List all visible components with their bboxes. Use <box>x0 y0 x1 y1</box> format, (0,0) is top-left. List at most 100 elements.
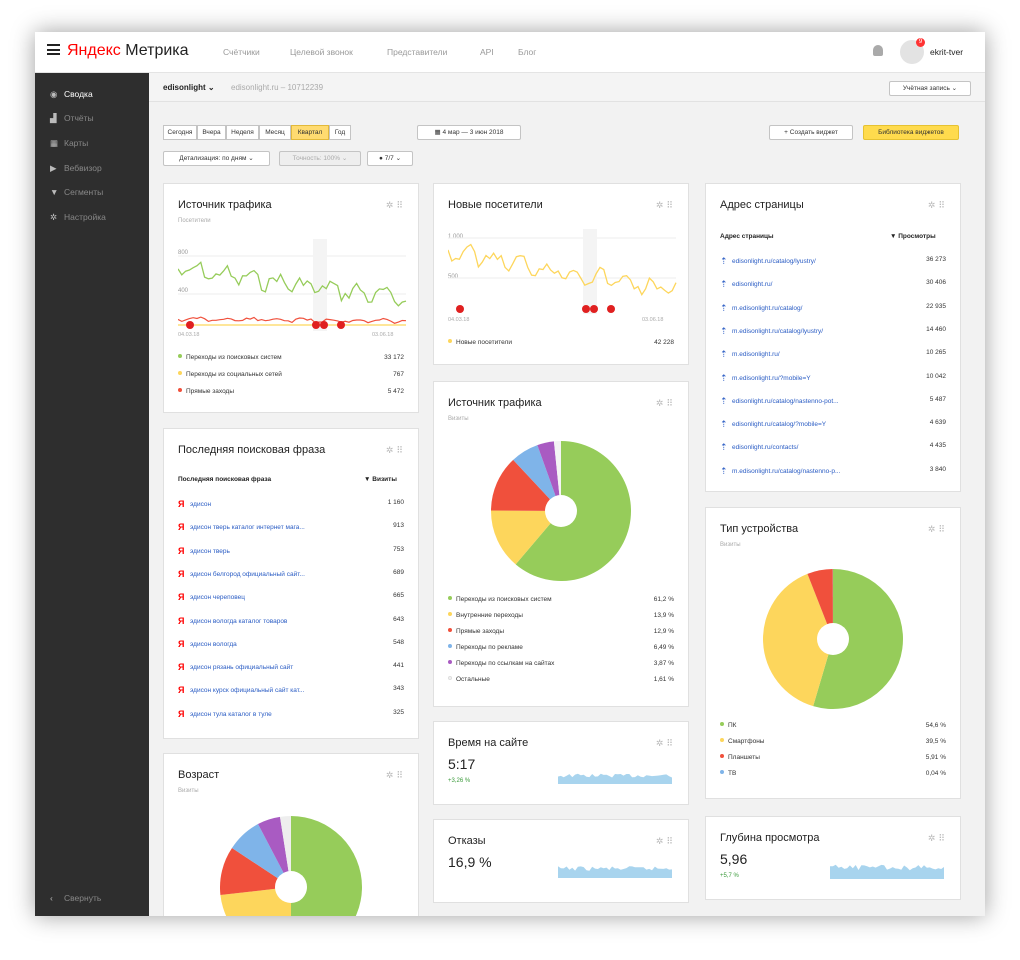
legend-item[interactable]: Переходы по рекламе <box>448 644 523 651</box>
period-month[interactable]: Месяц <box>259 125 291 140</box>
widget-tools[interactable]: ✲⠿ <box>928 200 948 211</box>
annotation-marker[interactable] <box>582 305 590 313</box>
widget-tools[interactable]: ✲⠿ <box>386 445 406 456</box>
nav-target-call[interactable]: Целевой звонок <box>290 47 353 57</box>
table-row-link[interactable]: Яэдисон тверь каталог интернет мага... <box>178 522 353 532</box>
legend-item[interactable]: Планшеты <box>720 754 760 761</box>
widget-tools[interactable]: ✲⠿ <box>928 524 948 535</box>
table-row-link[interactable]: ⇡ m.edisonlight.ru/catalog/ <box>720 303 890 314</box>
bell-icon[interactable] <box>873 45 883 56</box>
legend-item[interactable]: ТВ <box>720 770 736 777</box>
drag-handle-icon[interactable]: ⠿ <box>666 200 676 210</box>
widget-tools[interactable]: ✲⠿ <box>656 200 676 211</box>
legend-item[interactable]: Внутренние переходы <box>448 612 523 619</box>
nav-representatives[interactable]: Представители <box>387 47 447 57</box>
legend-item[interactable]: Прямые заходы <box>448 628 504 635</box>
legend-item[interactable]: Переходы по ссылкам на сайтах <box>448 660 554 667</box>
table-row-link[interactable]: ⇡ edisonlight.ru/contacts/ <box>720 442 890 453</box>
drag-handle-icon[interactable]: ⠿ <box>396 445 406 455</box>
filter-dropdown[interactable]: ● 7/7 ⌄ <box>367 151 413 166</box>
account-dropdown[interactable]: Учётная запись ⌄ <box>889 81 971 96</box>
table-row-link[interactable]: Яэдисон вологда <box>178 639 353 649</box>
sidebar-collapse[interactable]: ‹ Свернуть <box>50 893 101 903</box>
annotation-marker[interactable] <box>337 321 345 329</box>
menu-icon[interactable] <box>47 44 60 55</box>
annotation-marker[interactable] <box>590 305 598 313</box>
user-name[interactable]: ekrit-tver <box>930 47 963 57</box>
table-row-link[interactable]: ⇡ m.edisonlight.ru/ <box>720 349 890 360</box>
drag-handle-icon[interactable]: ⠿ <box>396 200 406 210</box>
widget-tools[interactable]: ✲⠿ <box>656 738 676 749</box>
widget-library-button[interactable]: Библиотека виджетов <box>863 125 959 140</box>
table-row-link[interactable]: ⇡ edisonlight.ru/catalog/lyustry/ <box>720 256 890 267</box>
sidebar-item-segments[interactable]: ▼ Сегменты <box>50 187 103 197</box>
legend-item[interactable]: Прямые заходы <box>178 388 234 395</box>
table-row-link[interactable]: Яэдисон тула каталог в туле <box>178 709 353 719</box>
table-row-link[interactable]: ⇡ edisonlight.ru/catalog/?mobile=Y <box>720 419 890 430</box>
sidebar-item-maps[interactable]: ▦ Карты <box>50 138 88 149</box>
gear-icon[interactable]: ✲ <box>928 200 939 210</box>
drag-handle-icon[interactable]: ⠿ <box>666 398 676 408</box>
period-week[interactable]: Неделя <box>226 125 259 140</box>
nav-blog[interactable]: Блог <box>518 47 536 57</box>
nav-counters[interactable]: Счётчики <box>223 47 260 57</box>
widget-tools[interactable]: ✲⠿ <box>386 770 406 781</box>
table-row-link[interactable]: Яэдисон вологда каталог товаров <box>178 616 353 626</box>
table-row-link[interactable]: Яэдисон череповец <box>178 592 353 602</box>
column-header[interactable]: Последняя поисковая фраза <box>178 476 271 483</box>
period-yesterday[interactable]: Вчера <box>197 125 226 140</box>
widget-tools[interactable]: ✲⠿ <box>928 833 948 844</box>
table-row-link[interactable]: Яэдисон белгород официальный сайт... <box>178 569 353 579</box>
annotation-marker[interactable] <box>456 305 464 313</box>
table-row-link[interactable]: ⇡ m.edisonlight.ru/catalog/lyustry/ <box>720 326 890 337</box>
widget-tools[interactable]: ✲⠿ <box>656 398 676 409</box>
drag-handle-icon[interactable]: ⠿ <box>938 833 948 843</box>
detail-dropdown[interactable]: Детализация: по дням ⌄ <box>163 151 270 166</box>
period-year[interactable]: Год <box>329 125 351 140</box>
period-today[interactable]: Сегодня <box>163 125 197 140</box>
legend-item[interactable]: Остальные <box>448 676 490 683</box>
gear-icon[interactable]: ✲ <box>656 738 667 748</box>
widget-tools[interactable]: ✲⠿ <box>656 836 676 847</box>
accuracy-dropdown[interactable]: Точность: 100% ⌄ <box>279 151 361 166</box>
legend-item[interactable]: Переходы из поисковых систем <box>178 354 282 361</box>
table-row-link[interactable]: Яэдисон тверь <box>178 546 353 556</box>
table-row-link[interactable]: Яэдисон рязань официальный сайт <box>178 662 353 672</box>
legend-item[interactable]: Переходы из социальных сетей <box>178 371 282 378</box>
legend-item[interactable]: ПК <box>720 722 736 729</box>
drag-handle-icon[interactable]: ⠿ <box>938 524 948 534</box>
sidebar-item-summary[interactable]: ◉ Сводка <box>50 89 93 100</box>
create-widget-button[interactable]: + Создать виджет <box>769 125 853 140</box>
column-header[interactable]: Адрес страницы <box>720 233 774 240</box>
drag-handle-icon[interactable]: ⠿ <box>666 738 676 748</box>
gear-icon[interactable]: ✲ <box>656 836 667 846</box>
gear-icon[interactable]: ✲ <box>386 200 397 210</box>
drag-handle-icon[interactable]: ⠿ <box>396 770 406 780</box>
drag-handle-icon[interactable]: ⠿ <box>938 200 948 210</box>
gear-icon[interactable]: ✲ <box>928 524 939 534</box>
drag-handle-icon[interactable]: ⠿ <box>666 836 676 846</box>
gear-icon[interactable]: ✲ <box>656 200 667 210</box>
sidebar-item-settings[interactable]: ✲ Настройка <box>50 212 106 223</box>
table-row-link[interactable]: ⇡ edisonlight.ru/catalog/nastenno-pot... <box>720 396 890 407</box>
period-quarter[interactable]: Квартал <box>291 125 329 140</box>
legend-item[interactable]: Новые посетители <box>448 339 512 346</box>
table-row-link[interactable]: Яэдисон <box>178 499 353 509</box>
table-row-link[interactable]: Яэдисон курск официальный сайт кат... <box>178 685 353 695</box>
table-row-link[interactable]: ⇡ edisonlight.ru/ <box>720 279 890 290</box>
annotation-marker[interactable] <box>607 305 615 313</box>
app-logo[interactable]: Яндекс Метрика <box>67 42 189 60</box>
sidebar-item-webvisor[interactable]: ▶ Вебвизор <box>50 163 102 174</box>
column-header-sorted[interactable]: ▼ Визиты <box>364 476 397 483</box>
column-header-sorted[interactable]: ▼ Просмотры <box>890 233 936 240</box>
table-row-link[interactable]: ⇡ m.edisonlight.ru/?mobile=Y <box>720 373 890 384</box>
table-row-link[interactable]: ⇡ m.edisonlight.ru/catalog/nastenno-p... <box>720 466 890 477</box>
gear-icon[interactable]: ✲ <box>928 833 939 843</box>
annotation-marker[interactable] <box>312 321 320 329</box>
gear-icon[interactable]: ✲ <box>656 398 667 408</box>
widget-tools[interactable]: ✲⠿ <box>386 200 406 211</box>
legend-item[interactable]: Переходы из поисковых систем <box>448 596 552 603</box>
sidebar-item-reports[interactable]: ▟ Отчёты <box>50 113 94 124</box>
annotation-marker[interactable] <box>320 321 328 329</box>
date-range-picker[interactable]: ▦ 4 мар — 3 июн 2018 <box>417 125 521 140</box>
